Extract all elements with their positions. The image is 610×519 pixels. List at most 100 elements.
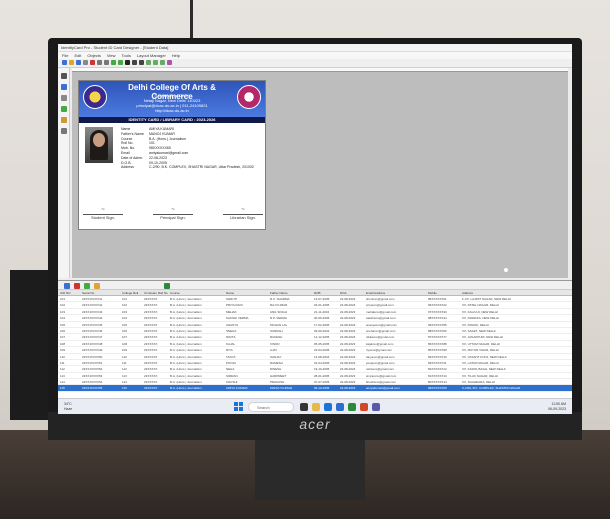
table-cell[interactable]: 101 — [58, 296, 80, 301]
grid-column-header[interactable]: Mobile — [426, 290, 460, 295]
barcode-tool-icon[interactable] — [61, 117, 67, 123]
table-cell[interactable]: 23XX1XXXX55 — [80, 385, 120, 390]
table-cell[interactable]: 88XXXXXX66 — [426, 328, 460, 333]
table-cell[interactable]: 109 — [58, 347, 80, 352]
table-cell[interactable]: 81XXXXXX13 — [426, 373, 460, 378]
line-tool-icon[interactable] — [61, 128, 67, 134]
table-cell[interactable]: 23-03-2005 — [312, 347, 338, 352]
excel-icon[interactable] — [164, 283, 170, 289]
table-cell[interactable]: B.A. (Hons.) Journalism — [168, 360, 224, 365]
table-cell[interactable]: 23XXXXX — [142, 334, 168, 339]
menu-tools[interactable]: Tools — [122, 53, 131, 58]
table-cell[interactable]: 23XXXXX — [142, 347, 168, 352]
image-tool-icon[interactable] — [61, 95, 67, 101]
table-cell[interactable]: 23XXXXX — [142, 328, 168, 333]
table-cell[interactable]: 23XXXXX — [142, 302, 168, 307]
app-icon[interactable] — [336, 403, 344, 411]
table-cell[interactable]: 01-04-2005 — [312, 360, 338, 365]
table-cell[interactable]: 115 — [58, 385, 80, 390]
table-cell[interactable]: 22-08-2023 — [338, 373, 364, 378]
table-cell[interactable]: AMIYA KUMARI — [224, 385, 268, 390]
table-cell[interactable]: XX, SAKET, NEW DELHI — [460, 328, 572, 333]
table-cell[interactable]: XX, ROHINI, DELHI — [460, 322, 572, 327]
table-cell[interactable]: B.A. (Hons.) Journalism — [168, 309, 224, 314]
table-cell[interactable]: 86XXXXXX88 — [426, 341, 460, 346]
table-cell[interactable]: nikitaxxx@gmail.com — [364, 334, 426, 339]
table-cell[interactable]: 23XXXXX — [142, 366, 168, 371]
table-cell[interactable]: PRAKASH — [268, 379, 312, 384]
table-cell[interactable]: 22-08-2023 — [338, 366, 364, 371]
table-cell[interactable]: 110 — [58, 354, 80, 359]
table-cell[interactable]: B.A. (Hons.) Journalism — [168, 373, 224, 378]
table-cell[interactable]: 23XXXXX — [142, 360, 168, 365]
table-cell[interactable]: RIYA — [224, 347, 268, 352]
table-cell[interactable]: SURESH — [268, 328, 312, 333]
grid-column-header[interactable]: UID NO — [58, 290, 80, 295]
table-cell[interactable]: amiyakumari@gmail.com — [364, 385, 426, 390]
table-cell[interactable]: 22-08-2023 — [338, 360, 364, 365]
table-cell[interactable]: B.A. (Hons.) Journalism — [168, 366, 224, 371]
underline-icon[interactable] — [139, 60, 144, 65]
add-row-icon[interactable] — [64, 283, 70, 289]
grid-column-header[interactable]: Course — [168, 290, 224, 295]
table-cell[interactable]: 22-08-2023 — [338, 309, 364, 314]
table-cell[interactable]: khushixxx@gmail.com — [364, 379, 426, 384]
table-cell[interactable]: 19-10-2005 — [312, 366, 338, 371]
weather-widget[interactable]: 34°C Haze — [64, 402, 72, 411]
table-cell[interactable]: 85XXXXXX99 — [426, 347, 460, 352]
table-cell[interactable]: 99XXXXXX55 — [426, 322, 460, 327]
table-cell[interactable]: 23XX1XXXX41 — [80, 296, 120, 301]
table-cell[interactable]: 23XXXXX — [142, 322, 168, 327]
table-cell[interactable]: 23XX1XXXX52 — [80, 366, 120, 371]
table-cell[interactable]: 23XXXXX — [142, 309, 168, 314]
excel-taskbar-icon[interactable] — [348, 403, 356, 411]
table-cell[interactable]: B.A. (Hons.) Journalism — [168, 385, 224, 390]
new-icon[interactable] — [62, 60, 67, 65]
table-cell[interactable]: 111 — [58, 360, 80, 365]
table-cell[interactable]: R.K. SHARMA — [268, 296, 312, 301]
grid-column-header[interactable]: Address — [460, 290, 572, 295]
table-cell[interactable]: 17-02-2005 — [312, 322, 338, 327]
table-cell[interactable]: 87XXXXXX77 — [426, 334, 460, 339]
menu-edit[interactable]: Edit — [74, 53, 81, 58]
table-cell[interactable]: XX, TILAK NAGAR, DELHI — [460, 373, 572, 378]
table-cell[interactable]: 83XXXXXX11 — [426, 360, 460, 365]
table-cell[interactable]: 23XXXXX — [142, 385, 168, 390]
table-cell[interactable]: 106 — [120, 328, 142, 333]
table-cell[interactable]: mehakxxx@gmail.com — [364, 309, 426, 314]
table-cell[interactable]: XX, LAXMI NAGAR, DELHI — [460, 360, 572, 365]
table-cell[interactable]: 102 — [120, 302, 142, 307]
table-cell[interactable]: 09-10-2005 — [312, 385, 338, 390]
grid-column-header[interactable]: DOB — [312, 290, 338, 295]
copy-icon[interactable] — [97, 60, 102, 65]
export-icon[interactable] — [94, 283, 100, 289]
table-cell[interactable]: 114 — [120, 379, 142, 384]
shape-tool-icon[interactable] — [61, 106, 67, 112]
table-cell[interactable]: SAKSHI VERMA — [224, 315, 268, 320]
table-cell[interactable]: 23XX1XXXX54 — [80, 379, 120, 384]
table-cell[interactable]: ANANYA — [224, 322, 268, 327]
table-cell[interactable]: RAKESH — [268, 334, 312, 339]
table-cell[interactable]: XX, DWARKA, NEW DELHI — [460, 315, 572, 320]
grid-column-header[interactable]: Uni Exam Roll No — [142, 290, 168, 295]
chrome-icon[interactable] — [360, 403, 368, 411]
table-cell[interactable]: C-2/90, B.K. COMPLEX, SHASTRI NAGAR — [460, 385, 572, 390]
design-canvas[interactable]: Delhi College Of Arts & Commerce (Univer… — [72, 72, 568, 278]
table-cell[interactable]: HARPREET — [268, 373, 312, 378]
table-cell[interactable]: MOHAN LAL — [268, 322, 312, 327]
table-cell[interactable]: 80XXXXXX14 — [426, 379, 460, 384]
task-view-icon[interactable] — [300, 403, 308, 411]
table-cell[interactable]: XX, MAYUR VIHAR, DELHI — [460, 347, 572, 352]
table-cell[interactable]: 103 — [120, 309, 142, 314]
table-cell[interactable]: NEHA — [224, 366, 268, 371]
table-cell[interactable]: 98XXXXXX44 — [426, 315, 460, 320]
table-cell[interactable]: 85XXXXXX01 — [426, 296, 460, 301]
grid-column-header[interactable]: Name — [224, 290, 268, 295]
table-cell[interactable]: 104 — [58, 315, 80, 320]
table-cell[interactable]: 23XX1XXXX46 — [80, 328, 120, 333]
table-cell[interactable]: B.A. (Hons.) Journalism — [168, 315, 224, 320]
table-cell[interactable]: XX, KAROL BAGH, NEW DELHI — [460, 366, 572, 371]
table-cell[interactable]: 28-01-2005 — [312, 373, 338, 378]
table-cell[interactable]: 12-12-2005 — [312, 334, 338, 339]
table-cell[interactable]: 22-08-2023 — [338, 322, 364, 327]
